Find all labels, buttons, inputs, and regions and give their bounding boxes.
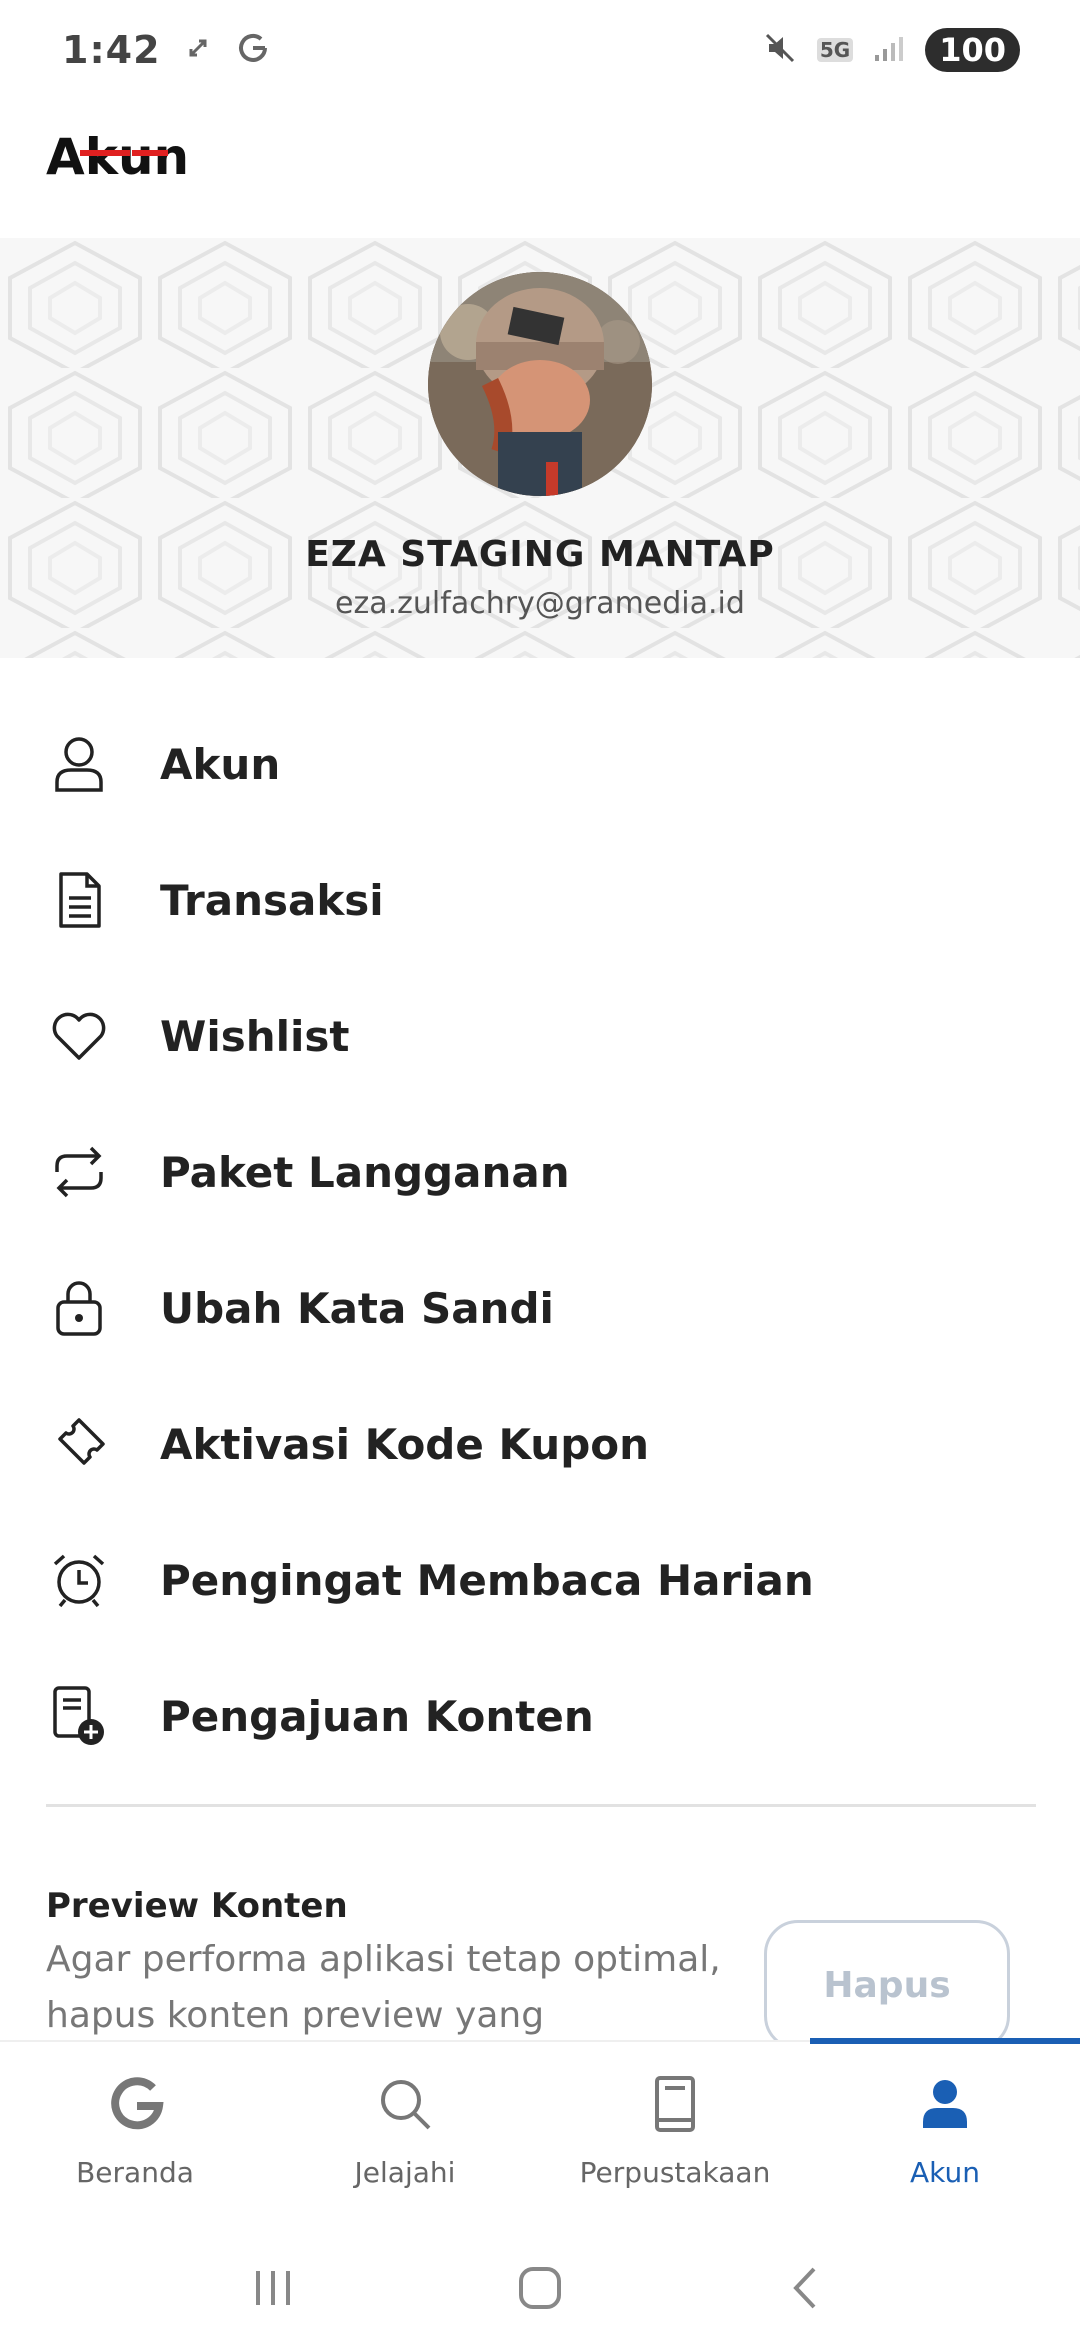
back-button[interactable] xyxy=(782,2263,832,2317)
title-redline-marks xyxy=(46,128,246,188)
home-button[interactable] xyxy=(515,2263,565,2317)
recent-apps-button[interactable] xyxy=(248,2263,298,2317)
status-left: 1:42 xyxy=(62,28,271,72)
heart-icon xyxy=(46,1003,112,1069)
nav-label: Akun xyxy=(910,2156,980,2189)
menu-item-transaksi[interactable]: Transaksi xyxy=(0,832,1080,968)
alarm-clock-icon xyxy=(46,1547,112,1613)
receipt-icon xyxy=(46,867,112,933)
status-time: 1:42 xyxy=(62,28,161,72)
status-right: 5G 100 xyxy=(763,28,1020,72)
menu-label: Paket Langganan xyxy=(160,1147,570,1197)
avatar[interactable] xyxy=(428,272,652,496)
google-g-icon xyxy=(235,30,271,70)
sync-icon xyxy=(183,33,213,67)
section-divider xyxy=(46,1804,1036,1807)
active-tab-indicator xyxy=(810,2038,1080,2044)
nav-tab-akun[interactable]: Akun xyxy=(810,2042,1080,2242)
document-add-icon xyxy=(46,1683,112,1749)
user-icon xyxy=(46,731,112,797)
hapus-button[interactable]: Hapus xyxy=(764,1920,1010,2050)
nav-tab-jelajahi[interactable]: Jelajahi xyxy=(270,2042,540,2242)
search-icon xyxy=(375,2074,435,2138)
signal-icon xyxy=(873,33,905,67)
menu-item-pengajuan-konten[interactable]: Pengajuan Konten xyxy=(0,1648,1080,1784)
menu-item-akun[interactable]: Akun xyxy=(0,696,1080,832)
user-filled-icon xyxy=(915,2074,975,2138)
nav-label: Beranda xyxy=(76,2156,194,2189)
menu-label: Wishlist xyxy=(160,1011,350,1061)
ticket-icon xyxy=(46,1411,112,1477)
preview-title: Preview Konten xyxy=(46,1886,348,1926)
lock-icon xyxy=(46,1275,112,1341)
menu-label: Pengingat Membaca Harian xyxy=(160,1555,814,1605)
menu-label: Pengajuan Konten xyxy=(160,1691,594,1741)
menu-item-aktivasi-kode-kupon[interactable]: Aktivasi Kode Kupon xyxy=(0,1376,1080,1512)
nav-tab-perpustakaan[interactable]: Perpustakaan xyxy=(540,2042,810,2242)
nav-label: Perpustakaan xyxy=(579,2156,771,2189)
menu-item-ubah-kata-sandi[interactable]: Ubah Kata Sandi xyxy=(0,1240,1080,1376)
menu-item-pengingat-membaca-harian[interactable]: Pengingat Membaca Harian xyxy=(0,1512,1080,1648)
mute-icon xyxy=(763,31,797,69)
system-navigation-bar xyxy=(0,2240,1080,2340)
profile-name: EZA STAGING MANTAP xyxy=(305,534,775,575)
menu-label: Aktivasi Kode Kupon xyxy=(160,1419,650,1469)
menu-label: Akun xyxy=(160,739,281,789)
gramedia-logo-icon xyxy=(105,2074,165,2138)
profile-email: eza.zulfachry@gramedia.id xyxy=(335,586,745,621)
account-menu: Akun Transaksi Wishlist Paket Langganan … xyxy=(0,696,1080,1784)
redline-mark xyxy=(80,150,130,156)
repeat-icon xyxy=(46,1139,112,1205)
menu-item-paket-langganan[interactable]: Paket Langganan xyxy=(0,1104,1080,1240)
status-bar: 1:42 5G 100 xyxy=(0,0,1080,100)
network-5g-icon: 5G xyxy=(816,38,854,62)
redline-mark xyxy=(132,150,168,156)
bottom-navigation: Beranda Jelajahi Perpustakaan Akun xyxy=(0,2038,1080,2242)
nav-tab-beranda[interactable]: Beranda xyxy=(0,2042,270,2242)
battery-indicator: 100 xyxy=(925,28,1020,72)
nav-label: Jelajahi xyxy=(354,2156,456,2189)
book-icon xyxy=(645,2074,705,2138)
avatar-image xyxy=(428,272,652,496)
menu-item-wishlist[interactable]: Wishlist xyxy=(0,968,1080,1104)
menu-label: Transaksi xyxy=(160,875,384,925)
menu-label: Ubah Kata Sandi xyxy=(160,1283,554,1333)
